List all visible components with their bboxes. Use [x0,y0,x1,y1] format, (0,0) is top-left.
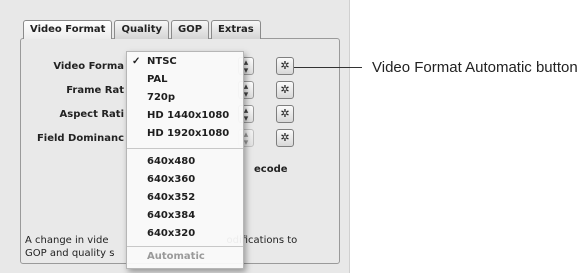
tab-extras[interactable]: Extras [211,20,261,39]
menu-item-720p[interactable]: 720p [147,92,175,103]
menu-item-ntsc[interactable]: NTSC [147,56,177,67]
menu-item-640x320[interactable]: 640x320 [147,228,195,239]
note-line1-left: A change in vide [25,235,109,246]
video-format-automatic-button[interactable]: ✲ [276,57,294,75]
gear-icon: ✲ [280,108,290,120]
tab-gop[interactable]: GOP [171,20,210,39]
menu-separator [127,148,243,149]
field-dominance-automatic-button[interactable]: ✲ [276,129,294,147]
timecode-label: ecode [254,164,288,175]
menu-item-pal[interactable]: PAL [147,74,168,85]
tab-quality[interactable]: Quality [114,20,169,39]
menu-item-hd-1920x1080[interactable]: HD 1920x1080 [147,128,229,139]
video-format-popup-menu: ✓ NTSC PAL 720p HD 1440x1080 HD 1920x108… [126,51,244,269]
video-format-panel: Video Format Quality GOP Extras Video Fo… [0,0,350,273]
menu-item-640x352[interactable]: 640x352 [147,192,195,203]
gear-icon: ✲ [280,132,290,144]
menu-item-640x480[interactable]: 640x480 [147,156,195,167]
frame-rate-automatic-button[interactable]: ✲ [276,81,294,99]
frame-rate-label: Frame Rat [66,85,124,96]
aspect-ratio-automatic-button[interactable]: ✲ [276,105,294,123]
checkmark-icon: ✓ [132,56,141,67]
tab-bar: Video Format Quality GOP Extras [23,20,263,40]
tab-video-format[interactable]: Video Format [23,20,113,39]
video-format-label: Video Forma [53,61,124,72]
menu-item-automatic: Automatic [147,251,205,262]
menu-item-640x384[interactable]: 640x384 [147,210,195,221]
field-dominance-label: Field Dominanc [36,133,124,144]
callout-label: Video Format Automatic button [372,59,578,76]
menu-item-640x360[interactable]: 640x360 [147,174,195,185]
callout-line [294,67,362,68]
gear-icon: ✲ [280,60,290,72]
menu-item-hd-1440x1080[interactable]: HD 1440x1080 [147,110,229,121]
aspect-ratio-label: Aspect Rati [59,109,124,120]
menu-separator [127,246,243,247]
gear-icon: ✲ [280,84,290,96]
